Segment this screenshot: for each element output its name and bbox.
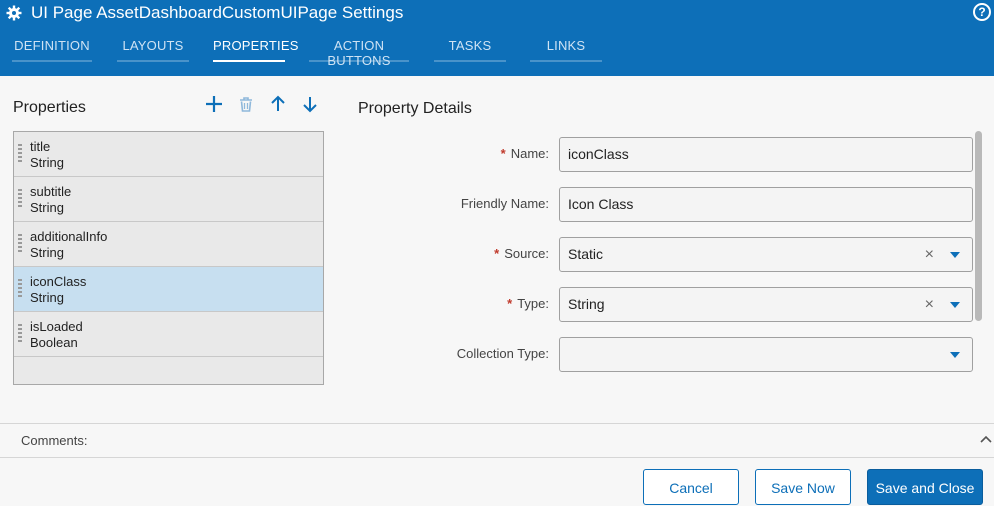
chevron-down-icon[interactable] — [950, 252, 960, 258]
item-name: additionalInfo — [30, 229, 108, 244]
property-details-title: Property Details — [358, 100, 472, 117]
tab-properties[interactable]: PROPERTIES — [213, 38, 298, 62]
collection-type-select[interactable] — [559, 337, 973, 372]
source-value: Static — [568, 246, 604, 262]
properties-list: title String subtitle String additionalI… — [13, 131, 324, 385]
gear-icon — [6, 5, 22, 21]
chevron-up-icon[interactable] — [980, 432, 992, 444]
scrollbar-thumb[interactable] — [975, 131, 982, 321]
drag-handle-icon[interactable] — [18, 279, 22, 299]
save-now-button[interactable]: Save Now — [755, 469, 851, 505]
name-value: iconClass — [568, 146, 629, 162]
plus-icon[interactable] — [204, 94, 224, 114]
type-label: * Type: — [507, 296, 549, 311]
required-marker: * — [507, 296, 513, 311]
save-and-close-button[interactable]: Save and Close — [867, 469, 983, 505]
type-value: String — [568, 296, 605, 312]
help-icon[interactable]: ? — [973, 3, 991, 21]
chevron-down-icon[interactable] — [950, 352, 960, 358]
source-label: * Source: — [494, 246, 549, 261]
comments-label: Comments: — [21, 433, 88, 448]
cancel-button[interactable]: Cancel — [643, 469, 739, 505]
properties-title: Properties — [13, 99, 86, 116]
details-scrollbar[interactable] — [975, 131, 983, 385]
item-type: Boolean — [30, 335, 78, 350]
list-item[interactable]: isLoaded Boolean — [14, 312, 323, 357]
item-name: title — [30, 139, 51, 154]
source-select[interactable]: Static × — [559, 237, 973, 272]
list-item[interactable]: subtitle String — [14, 177, 323, 222]
drag-handle-icon[interactable] — [18, 234, 22, 254]
tab-tasks[interactable]: TASKS — [434, 38, 506, 62]
comments-bar[interactable]: Comments: — [0, 423, 994, 458]
tab-action-buttons[interactable]: ACTION BUTTONS — [309, 38, 409, 68]
required-marker: * — [500, 146, 506, 161]
collection-type-label: Collection Type: — [456, 346, 549, 361]
drag-handle-icon[interactable] — [18, 189, 22, 209]
item-type: String — [30, 245, 64, 260]
list-item[interactable]: title String — [14, 132, 323, 177]
name-field[interactable]: iconClass — [559, 137, 973, 172]
required-marker: * — [494, 246, 500, 261]
arrow-down-icon[interactable] — [300, 94, 320, 114]
friendly-name-value: Icon Class — [568, 196, 634, 212]
list-item-selected[interactable]: iconClass String — [14, 267, 323, 312]
friendly-name-label: Friendly Name: — [460, 196, 549, 211]
item-name: iconClass — [30, 274, 87, 289]
drag-handle-icon[interactable] — [18, 324, 22, 344]
clear-icon[interactable]: × — [925, 238, 934, 271]
friendly-name-field[interactable]: Icon Class — [559, 187, 973, 222]
tab-definition[interactable]: DEFINITION — [12, 38, 92, 62]
window-title: UI Page AssetDashboardCustomUIPage Setti… — [31, 3, 404, 22]
arrow-up-icon[interactable] — [268, 94, 288, 114]
chevron-down-icon[interactable] — [950, 302, 960, 308]
item-type: String — [30, 200, 64, 215]
item-type: String — [30, 155, 64, 170]
list-item[interactable]: additionalInfo String — [14, 222, 323, 267]
item-name: subtitle — [30, 184, 72, 199]
title-row: UI Page AssetDashboardCustomUIPage Setti… — [6, 2, 403, 24]
item-name: isLoaded — [30, 319, 83, 334]
title-bar: UI Page AssetDashboardCustomUIPage Setti… — [0, 0, 994, 76]
drag-handle-icon[interactable] — [18, 144, 22, 164]
item-type: String — [30, 290, 64, 305]
trash-icon[interactable] — [236, 94, 256, 114]
tab-layouts[interactable]: LAYOUTS — [117, 38, 189, 62]
name-label: * Name: — [500, 146, 549, 161]
clear-icon[interactable]: × — [925, 288, 934, 321]
tab-links[interactable]: LINKS — [530, 38, 602, 62]
type-select[interactable]: String × — [559, 287, 973, 322]
